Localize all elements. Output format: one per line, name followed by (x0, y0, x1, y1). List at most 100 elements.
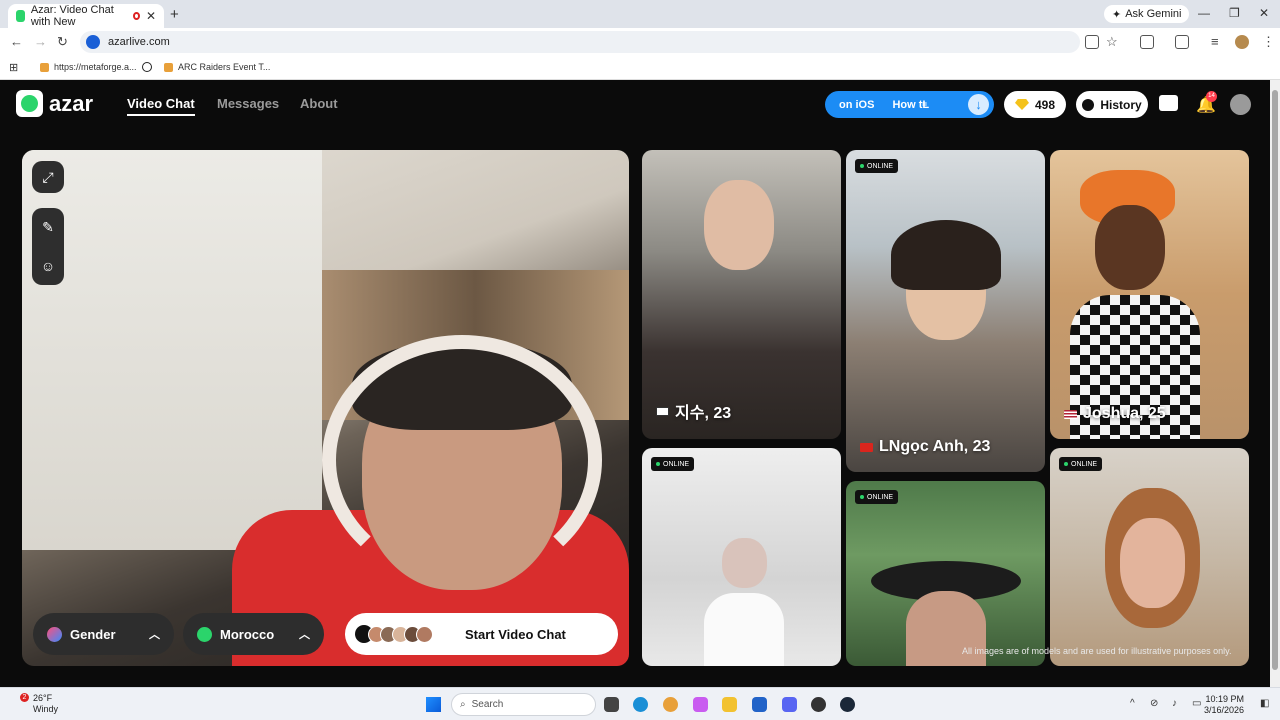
chrome-icon[interactable] (663, 697, 678, 712)
discord-icon[interactable] (782, 697, 797, 712)
magic-wand-icon[interactable]: ✎ (42, 219, 54, 236)
start-video-chat-button[interactable]: Start Video Chat (345, 613, 618, 655)
profile-card[interactable]: ONLINE LNgọc Anh, 23 (846, 150, 1045, 472)
globe-icon (197, 626, 212, 642)
profile-name-text: LNgọc Anh, 23 (879, 438, 991, 455)
gems-button[interactable]: 498 (1004, 91, 1066, 118)
reload-icon[interactable]: ↻ (57, 34, 68, 50)
profile-avatar-icon[interactable] (1235, 35, 1249, 49)
profile-card[interactable]: ONLINE (1050, 448, 1249, 666)
gem-count: 498 (1034, 97, 1056, 112)
face-thumb (416, 625, 433, 643)
new-tab-button[interactable]: + (170, 6, 179, 23)
profile-card[interactable]: ONLINE (846, 481, 1045, 666)
store-icon[interactable] (1159, 95, 1178, 111)
online-badge: ONLINE (855, 159, 899, 173)
profile-photo (1095, 205, 1165, 290)
taskbar-search[interactable]: ⌕ Search (451, 693, 596, 716)
flag-icon (860, 442, 873, 452)
page-scrollbar[interactable] (1270, 80, 1280, 687)
url-text: azarlive.com (108, 36, 170, 48)
online-label: ONLINE (867, 162, 894, 170)
online-label: ONLINE (867, 493, 894, 501)
apps-icon[interactable]: ⊞ (9, 61, 18, 74)
media-icon[interactable]: ≡ (1211, 34, 1219, 49)
forward-icon[interactable]: → (34, 34, 47, 49)
profile-card[interactable]: 지수, 23 (642, 150, 841, 439)
cast-icon[interactable] (1175, 35, 1189, 49)
fullscreen-button[interactable]: ⤢ (32, 161, 64, 193)
online-badge: ONLINE (1059, 457, 1103, 471)
bookmark-item[interactable]: ARC Raiders Event T... (164, 62, 270, 72)
profile-card[interactable]: Joshua, 25 (1050, 150, 1249, 439)
profile-name: 지수, 23 (656, 399, 731, 423)
online-dot-icon (860, 495, 864, 499)
close-tab-icon[interactable]: ✕ (146, 9, 156, 23)
gender-selector[interactable]: Gender ︿ (33, 613, 174, 655)
profile-name: Joshua, 25 (1064, 405, 1166, 423)
edge-icon[interactable] (633, 697, 648, 712)
clock-date: 3/16/2026 (1204, 705, 1245, 715)
face-filter-icon[interactable]: ☺ (41, 258, 55, 274)
history-label: History (1100, 97, 1142, 112)
azar-logo[interactable]: azar (16, 90, 93, 117)
bookmark-favicon-icon (164, 62, 173, 72)
bookmark-item[interactable]: https://metaforge.a... (40, 62, 137, 72)
nav-messages[interactable]: Messages (217, 96, 279, 111)
nav-video-chat[interactable]: Video Chat (127, 96, 195, 116)
microphone-icon[interactable]: ♪ (1172, 698, 1177, 709)
site-info-icon[interactable] (86, 35, 100, 49)
app-download-promo[interactable]: on iOS How tⱠ ↓ (825, 91, 994, 118)
network-icon[interactable]: ⊘ (1150, 698, 1158, 709)
close-window-icon[interactable]: ✕ (1259, 6, 1269, 20)
profile-name-text: Joshua, 25 (1083, 405, 1166, 422)
clock-icon (1082, 98, 1095, 111)
online-dot-icon (656, 462, 660, 466)
weather-widget[interactable]: 2 26°F Windy (20, 693, 58, 715)
weather-badge: 2 (20, 693, 29, 702)
flag-icon (656, 406, 669, 416)
browser-tab[interactable]: Azar: Video Chat with New ✕ (8, 4, 164, 28)
windows-start-icon[interactable] (426, 697, 441, 712)
install-icon[interactable] (1085, 35, 1099, 49)
history-button[interactable]: History (1076, 91, 1148, 118)
notifications-icon[interactable]: ◧ (1260, 698, 1269, 709)
store-app-icon[interactable] (752, 697, 767, 712)
address-bar[interactable]: azarlive.com (80, 31, 1080, 53)
gender-label: Gender (70, 626, 116, 642)
clock-time: 10:19 PM (1205, 694, 1245, 704)
bookmark-label: https://metaforge.a... (54, 62, 137, 72)
file-explorer-icon[interactable] (722, 697, 737, 712)
app-icon[interactable] (811, 697, 826, 712)
task-view-icon[interactable] (604, 697, 619, 712)
bookmark-star-icon[interactable]: ☆ (1106, 34, 1118, 50)
user-avatar[interactable] (1230, 94, 1251, 115)
copilot-icon[interactable] (693, 697, 708, 712)
menu-icon[interactable]: ⋮ (1262, 34, 1275, 50)
steam-icon[interactable] (840, 697, 855, 712)
gem-icon (1014, 99, 1029, 110)
preview-faces (355, 625, 433, 643)
windows-taskbar: 2 26°F Windy ⌕ Search ^ ⊘ ♪ ▭ 10:19 PM 3… (0, 687, 1280, 720)
display-icon[interactable]: ▭ (1192, 698, 1201, 709)
ask-gemini-button[interactable]: ✦ Ask Gemini (1104, 5, 1190, 23)
online-dot-icon (1064, 462, 1068, 466)
nav-about[interactable]: About (300, 96, 338, 111)
flag-icon (1064, 409, 1077, 419)
minimize-icon[interactable]: — (1198, 6, 1210, 20)
chevron-up-icon[interactable]: ^ (1130, 698, 1135, 709)
bookmark-label: ARC Raiders Event T... (178, 62, 271, 72)
profile-card[interactable]: ONLINE (642, 448, 841, 666)
ask-gemini-label: Ask Gemini (1125, 8, 1182, 20)
extensions-icon[interactable] (1140, 35, 1154, 49)
azar-page: azar Video Chat Messages About on iOS Ho… (0, 80, 1270, 687)
profile-name-text: 지수, 23 (675, 405, 732, 422)
scrollbar-thumb[interactable] (1272, 90, 1278, 670)
back-icon[interactable]: ← (10, 34, 23, 49)
globe-icon[interactable] (142, 62, 152, 72)
maximize-icon[interactable]: ❐ (1229, 6, 1240, 20)
country-selector[interactable]: Morocco ︿ (183, 613, 324, 655)
online-label: ONLINE (1071, 460, 1098, 468)
taskbar-clock[interactable]: 10:19 PM 3/16/2026 (1204, 694, 1244, 716)
online-label: ONLINE (663, 460, 690, 468)
